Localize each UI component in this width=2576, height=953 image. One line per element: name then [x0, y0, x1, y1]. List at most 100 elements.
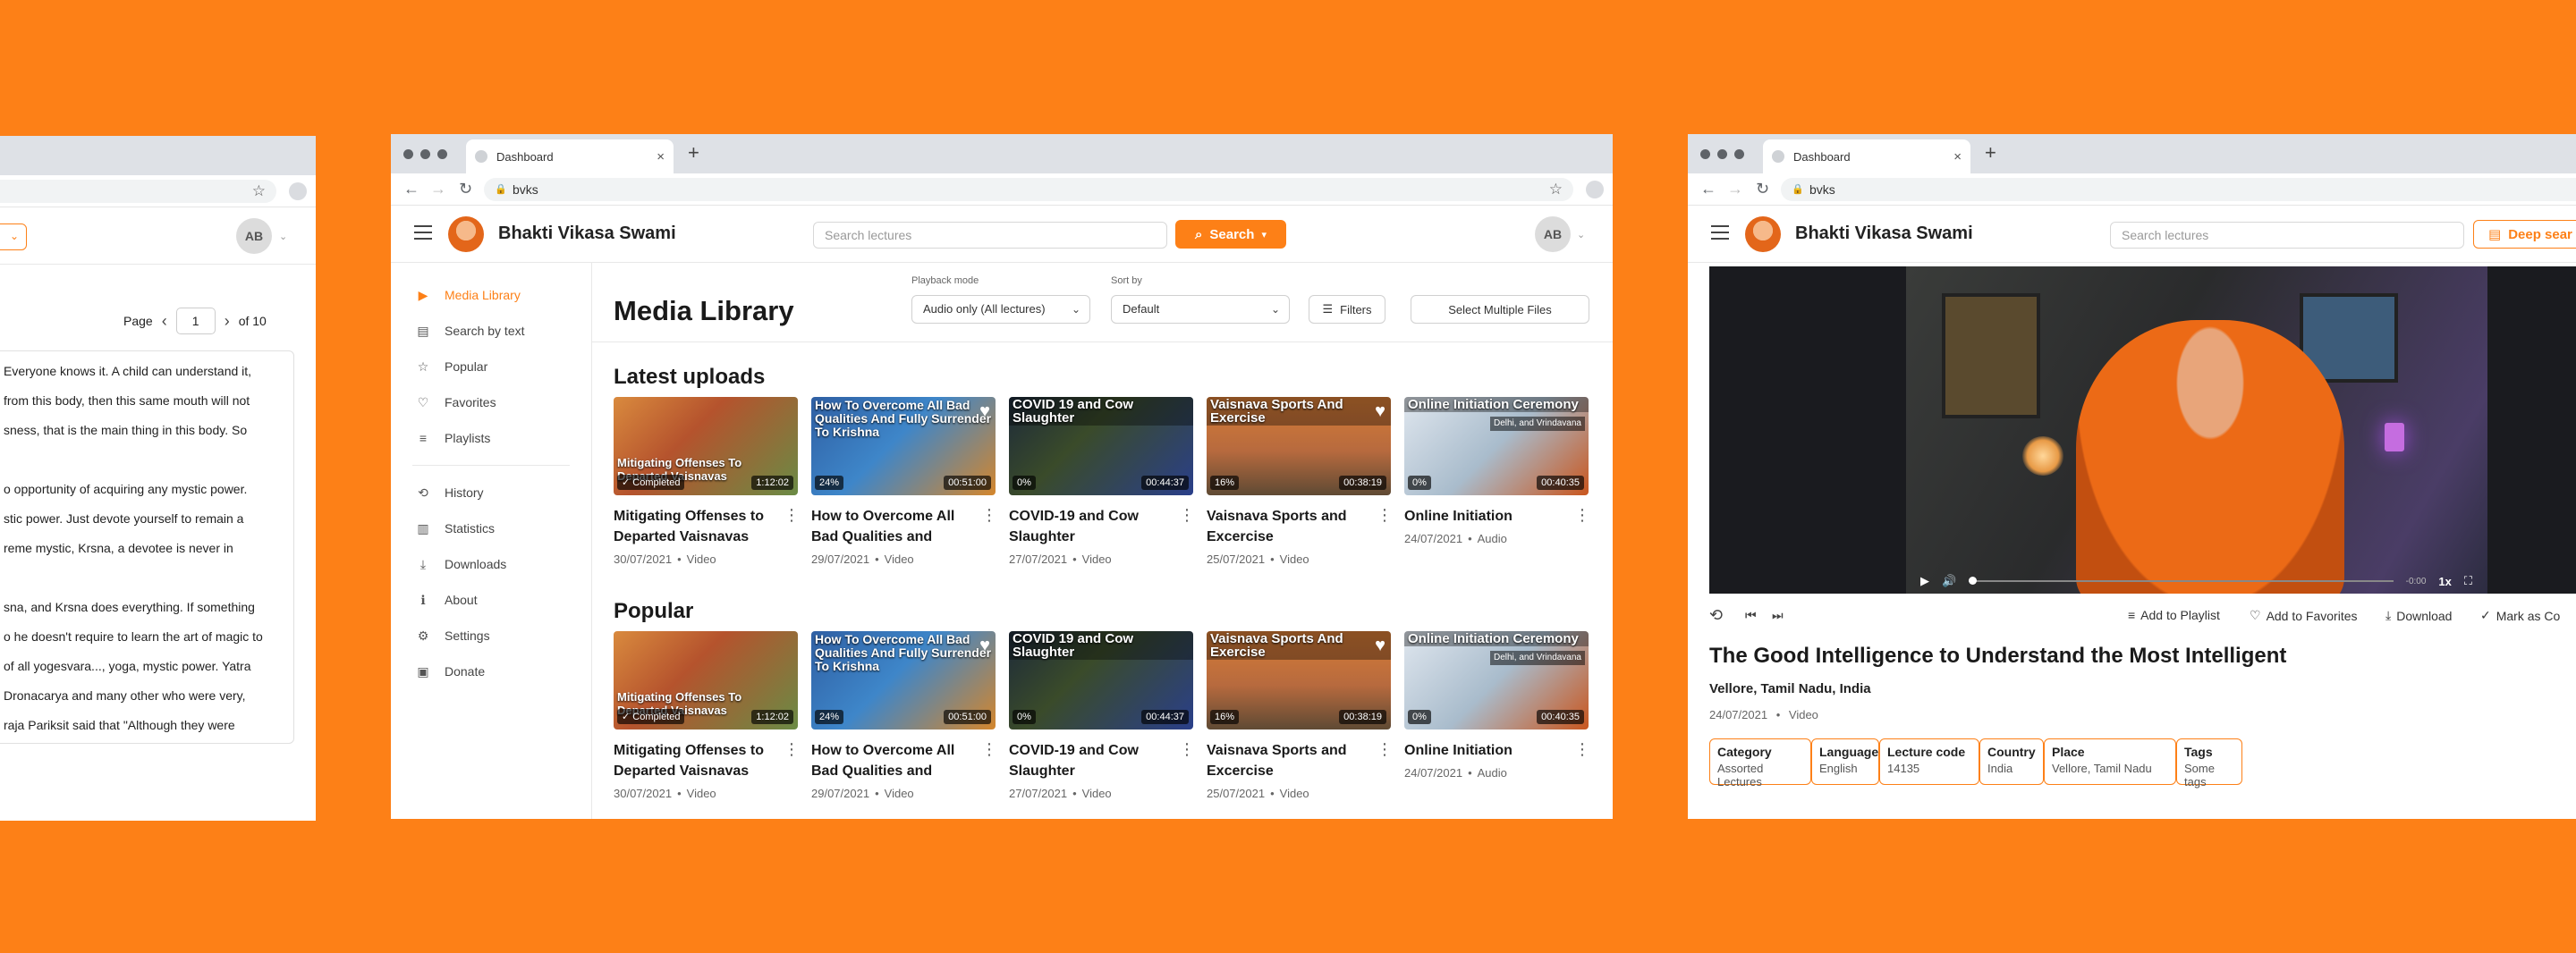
hamburger-menu-icon[interactable]	[1711, 225, 1729, 240]
hamburger-menu-icon[interactable]	[414, 225, 432, 240]
fullscreen-icon[interactable]: ⛶	[2464, 574, 2472, 588]
repeat-icon[interactable]: ⟲	[1709, 606, 1723, 625]
url-field[interactable]: 🔒 bvks ☆	[484, 178, 1573, 201]
bookmark-star-icon[interactable]: ☆	[252, 182, 266, 200]
lecture-thumbnail[interactable]: Mitigating Offenses To Departed Vaisnava…	[614, 397, 798, 495]
sidebar-item-search-by-text[interactable]: ▤ Search by text	[391, 313, 591, 349]
more-options-icon[interactable]: ⋮	[981, 740, 997, 759]
favorite-heart-icon[interactable]: ♥	[979, 637, 990, 654]
avatar[interactable]: AB	[236, 218, 272, 254]
previous-track-icon[interactable]: ⏮	[1745, 608, 1757, 623]
more-options-icon[interactable]: ⋮	[784, 740, 800, 759]
lecture-title[interactable]: How to Overcome All Bad Qualities and Fu…	[811, 740, 969, 781]
next-track-icon[interactable]: ⏭	[1772, 608, 1784, 623]
close-tab-icon[interactable]: ×	[1953, 149, 1962, 164]
sidebar-item-playlists[interactable]: ≡ Playlists	[391, 420, 591, 456]
back-icon[interactable]: ←	[403, 180, 419, 198]
lecture-card[interactable]: Online Initiation Ceremony Delhi, and Vri…	[1404, 397, 1590, 576]
more-options-icon[interactable]: ⋮	[981, 506, 997, 525]
sidebar-item-media-library[interactable]: ▶ Media Library	[391, 277, 591, 313]
more-options-icon[interactable]: ⋮	[1574, 506, 1590, 525]
lecture-thumbnail[interactable]: Vaisnava Sports And Exercise ♥ 16% 00:38:19	[1207, 631, 1391, 730]
detail-chip-category[interactable]: Category Assorted Lectures	[1709, 738, 1811, 789]
lecture-thumbnail[interactable]: How To Overcome All Bad Qualities And Fu…	[811, 397, 996, 495]
search-input[interactable]: Search lectures	[813, 222, 1167, 249]
url-field[interactable]: ☆	[0, 180, 276, 203]
sidebar-item-favorites[interactable]: ♡ Favorites	[391, 384, 591, 420]
sort-by-select[interactable]: Default ⌄	[1111, 295, 1290, 324]
lecture-card[interactable]: How To Overcome All Bad Qualities And Fu…	[811, 631, 997, 810]
sidebar-item-about[interactable]: ℹ About	[391, 582, 591, 618]
search-input[interactable]: Search lectures	[2110, 222, 2464, 249]
brand-name[interactable]: Bhakti Vikasa Swami	[1795, 223, 1973, 244]
brand-logo[interactable]	[1745, 216, 1781, 252]
lecture-title[interactable]: Vaisnava Sports and Excercise	[1207, 740, 1364, 781]
lecture-title[interactable]: COVID-19 and Cow Slaughter	[1009, 740, 1166, 781]
lecture-card[interactable]: COVID 19 and Cow Slaughter 0% 00:44:37 COVI…	[1009, 397, 1195, 576]
detail-chip-tags[interactable]: Tags Some tags	[2176, 738, 2242, 789]
lecture-thumbnail[interactable]: How To Overcome All Bad Qualities And Fu…	[811, 631, 996, 730]
detail-chip-country[interactable]: Country India	[1979, 738, 2044, 785]
lecture-card[interactable]: Online Initiation Ceremony Delhi, and Vri…	[1404, 631, 1590, 810]
chevron-down-icon[interactable]: ⌄	[1577, 229, 1585, 240]
page-input[interactable]: 1	[175, 308, 216, 334]
lecture-title[interactable]: Online Initiation	[1404, 506, 1562, 527]
sidebar-item-settings[interactable]: ⚙ Settings	[391, 618, 591, 654]
lecture-card[interactable]: COVID 19 and Cow Slaughter 0% 00:44:37 COVI…	[1009, 631, 1195, 810]
back-icon[interactable]: ←	[1700, 180, 1716, 198]
prev-page-button[interactable]: ‹	[162, 312, 167, 331]
lecture-title[interactable]: Mitigating Offenses to Departed Vaisnava…	[614, 740, 771, 781]
lecture-card[interactable]: How To Overcome All Bad Qualities And Fu…	[811, 397, 997, 576]
playback-mode-select[interactable]: Audio only (All lectures) ⌄	[911, 295, 1090, 324]
lecture-thumbnail[interactable]: Online Initiation Ceremony Delhi, and Vri…	[1404, 631, 1589, 730]
browser-tab[interactable]: Dashboard ×	[1763, 139, 1970, 173]
add-to-favorites-button[interactable]: ♡ Add to Favorites	[2250, 608, 2358, 623]
filters-button[interactable]: ☰ Filters	[1309, 295, 1385, 324]
sidebar-item-history[interactable]: ⟲ History	[391, 475, 591, 510]
brand-logo[interactable]	[448, 216, 484, 252]
reload-icon[interactable]: ↻	[459, 180, 472, 198]
bookmark-star-icon[interactable]: ☆	[1549, 178, 1563, 201]
more-options-icon[interactable]: ⋮	[1179, 506, 1195, 525]
select-multiple-files-button[interactable]: Select Multiple Files	[1411, 295, 1589, 324]
detail-chip-language[interactable]: Language English	[1811, 738, 1879, 785]
profile-icon[interactable]	[289, 182, 307, 200]
chevron-down-icon[interactable]: ⌄	[279, 231, 287, 242]
seek-bar[interactable]	[1969, 577, 2394, 585]
video-player[interactable]: ▶ 🔊 -0:00 1x ⛶	[1709, 266, 2576, 594]
mark-as-completed-button[interactable]: ✓ Mark as Co	[2480, 608, 2560, 623]
lecture-card[interactable]: Mitigating Offenses To Departed Vaisnava…	[614, 397, 800, 576]
detail-chip-place[interactable]: Place Vellore, Tamil Nadu	[2044, 738, 2176, 785]
lecture-title[interactable]: How to Overcome All Bad Qualities and Fu…	[811, 506, 969, 547]
detail-chip-lecture-code[interactable]: Lecture code 14135	[1879, 738, 1979, 785]
forward-icon[interactable]: →	[430, 180, 446, 198]
forward-icon[interactable]: →	[1727, 180, 1743, 198]
lecture-title[interactable]: Mitigating Offenses to Departed Vaisnava…	[614, 506, 771, 547]
lecture-thumbnail[interactable]: Online Initiation Ceremony Delhi, and Vri…	[1404, 397, 1589, 495]
deep-search-button[interactable]: ⌄	[0, 223, 27, 250]
sidebar-item-downloads[interactable]: ⤓ Downloads	[391, 546, 591, 582]
new-tab-icon[interactable]: +	[1985, 141, 1996, 164]
lecture-thumbnail[interactable]: COVID 19 and Cow Slaughter 0% 00:44:37	[1009, 631, 1193, 730]
close-tab-icon[interactable]: ×	[657, 149, 665, 164]
add-to-playlist-button[interactable]: ≡ Add to Playlist	[2128, 608, 2220, 622]
play-icon[interactable]: ▶	[1920, 574, 1929, 588]
volume-icon[interactable]: 🔊	[1942, 574, 1956, 588]
lecture-title[interactable]: Vaisnava Sports and Excercise	[1207, 506, 1364, 547]
search-button[interactable]: ⌕ Search ▾	[1175, 220, 1286, 249]
sidebar-item-statistics[interactable]: ▥ Statistics	[391, 510, 591, 546]
lecture-card[interactable]: Vaisnava Sports And Exercise ♥ 16% 00:38:19…	[1207, 397, 1393, 576]
lecture-title[interactable]: COVID-19 and Cow Slaughter	[1009, 506, 1166, 547]
playback-speed[interactable]: 1x	[2438, 575, 2451, 588]
download-button[interactable]: ⤓ Download	[2385, 608, 2452, 623]
avatar[interactable]: AB	[1535, 216, 1571, 252]
next-page-button[interactable]: ›	[225, 312, 230, 331]
more-options-icon[interactable]: ⋮	[1179, 740, 1195, 759]
sidebar-item-popular[interactable]: ☆ Popular	[391, 349, 591, 384]
browser-tab[interactable]: Dashboard ×	[466, 139, 674, 173]
sidebar-item-donate[interactable]: ▣ Donate	[391, 654, 591, 689]
deep-search-button[interactable]: ▤ Deep sear	[2473, 220, 2576, 249]
new-tab-icon[interactable]: +	[688, 141, 699, 164]
more-options-icon[interactable]: ⋮	[784, 506, 800, 525]
lecture-thumbnail[interactable]: COVID 19 and Cow Slaughter 0% 00:44:37	[1009, 397, 1193, 495]
